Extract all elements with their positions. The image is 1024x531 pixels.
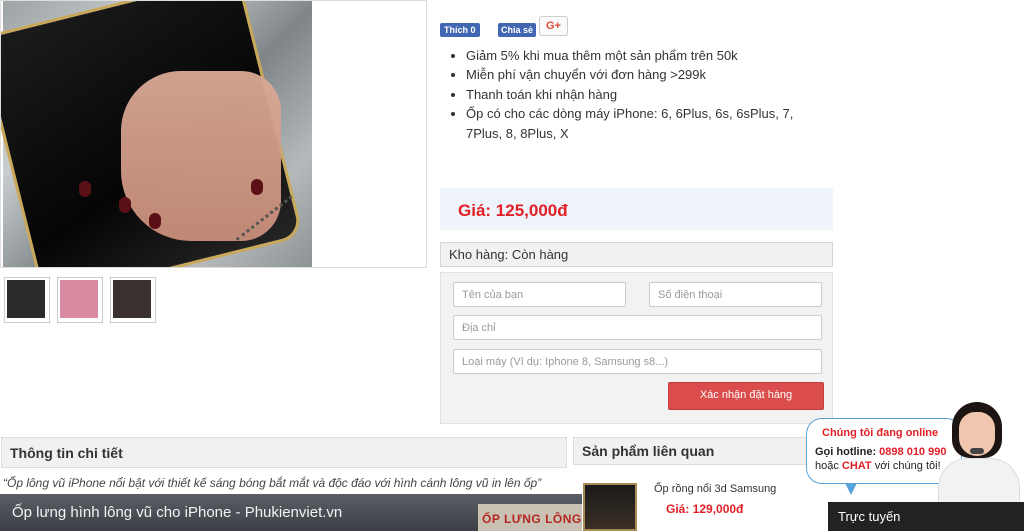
nail-decoration: [119, 197, 131, 213]
feature-item: Giảm 5% khi mua thêm một sản phẩm trên 5…: [466, 46, 828, 65]
nail-decoration: [149, 213, 161, 229]
hotline-prefix: Gọi hotline:: [815, 446, 880, 458]
facebook-share-button[interactable]: Chia sẻ: [498, 23, 537, 37]
support-agent-avatar: [930, 398, 1024, 502]
video-thumb-text: ỐP LƯNG LÔNG: [482, 512, 582, 526]
product-main-image[interactable]: [0, 0, 427, 268]
product-price: Giá: 125,000đ: [458, 201, 568, 220]
chat-text: hoặc CHAT với chúng tôi!: [815, 460, 941, 472]
headset-icon: [970, 448, 984, 454]
thumbnail-image: [7, 280, 45, 318]
feature-item: Miễn phí vận chuyển với đơn hàng >299k: [466, 65, 828, 84]
confirm-order-button[interactable]: Xác nhận đặt hàng: [668, 382, 824, 410]
name-input[interactable]: [453, 282, 626, 307]
online-label: Chúng tôi đang online: [822, 427, 939, 439]
gplus-icon: G+: [546, 20, 561, 32]
chat-prefix: hoặc: [815, 460, 842, 472]
nail-decoration: [79, 181, 91, 197]
like-label: Thích 0: [444, 25, 476, 35]
thumbnail-image: [60, 280, 98, 318]
video-title[interactable]: Ốp lưng hình lông vũ cho iPhone - Phukie…: [12, 504, 342, 521]
feature-list: Giảm 5% khi mua thêm một sản phẩm trên 5…: [448, 46, 828, 143]
feature-item: Thanh toán khi nhận hàng: [466, 85, 828, 104]
hotline-text: Gọi hotline: 0898 010 990: [815, 446, 946, 458]
address-input[interactable]: [453, 315, 822, 340]
google-plus-button[interactable]: G+: [539, 16, 568, 36]
phone-input[interactable]: [649, 282, 822, 307]
nail-decoration: [251, 179, 263, 195]
feature-item: Ốp có cho các dòng máy iPhone: 6, 6Plus,…: [466, 104, 828, 143]
facebook-like-button[interactable]: Thích 0: [440, 23, 480, 37]
related-heading: Sản phẩm liên quan: [573, 437, 823, 465]
thumbnail-1[interactable]: [4, 277, 50, 323]
agent-body: [938, 458, 1020, 502]
thumbnail-3[interactable]: [110, 277, 156, 323]
live-chat-bar[interactable]: Trực tuyến: [828, 502, 1024, 531]
thumbnail-image: [113, 280, 151, 318]
stock-status: Kho hàng: Còn hàng: [440, 242, 833, 267]
related-product-image[interactable]: [583, 483, 637, 531]
hand-illustration: [121, 71, 281, 241]
price-box: Giá: 125,000đ: [440, 188, 833, 230]
details-text: “Ốp lông vũ iPhone nổi bật với thiết kế …: [3, 476, 542, 490]
details-heading: Thông tin chi tiết: [1, 437, 567, 468]
related-product-price: Giá: 129,000đ: [666, 502, 744, 516]
video-player[interactable]: Ốp lưng hình lông vũ cho iPhone - Phukie…: [0, 494, 582, 531]
bubble-tail: [845, 483, 857, 495]
phone-model-input[interactable]: [453, 349, 822, 374]
video-thumbnail: ỐP LƯNG LÔNG: [478, 504, 582, 531]
chat-word[interactable]: CHAT: [842, 460, 872, 472]
share-label: Chia sẻ: [501, 25, 534, 35]
order-form: Xác nhận đặt hàng: [440, 272, 833, 424]
related-product-name[interactable]: Ốp rồng nổi 3d Samsung: [654, 483, 776, 495]
thumbnail-2[interactable]: [57, 277, 103, 323]
